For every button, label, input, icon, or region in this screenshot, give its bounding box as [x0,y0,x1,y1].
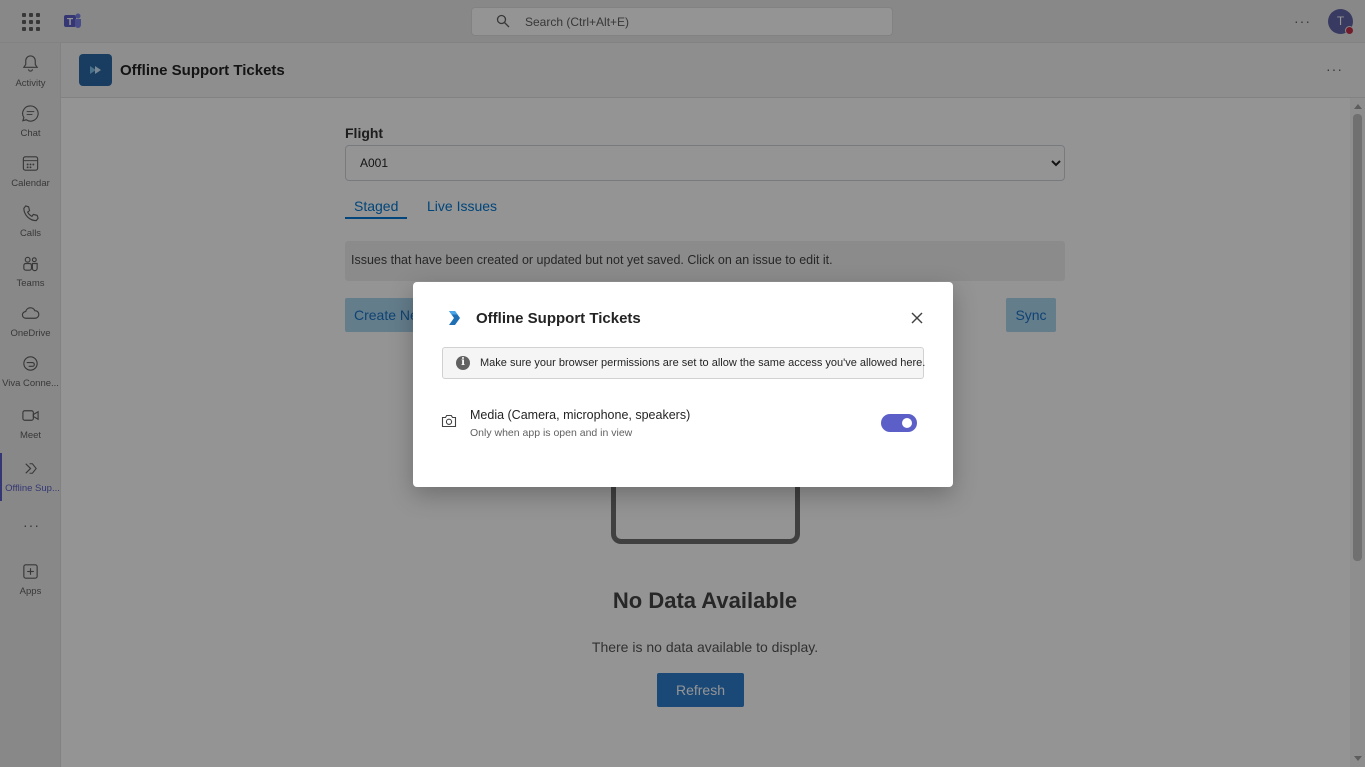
dialog-title: Offline Support Tickets [476,310,641,327]
permission-name: Media (Camera, microphone, speakers) [470,408,691,422]
close-icon[interactable] [907,308,927,328]
app-logo-icon [449,311,460,325]
toggle-knob [902,418,912,428]
camera-icon [441,414,457,428]
permission-notice: i Make sure your browser permissions are… [442,347,926,379]
info-icon: i [456,356,470,370]
permission-description: Only when app is open and in view [470,427,633,439]
media-permission-toggle[interactable] [881,414,917,432]
notice-text: Make sure your browser permissions are s… [480,357,926,369]
permissions-dialog: Offline Support Tickets i Make sure your… [413,282,953,487]
